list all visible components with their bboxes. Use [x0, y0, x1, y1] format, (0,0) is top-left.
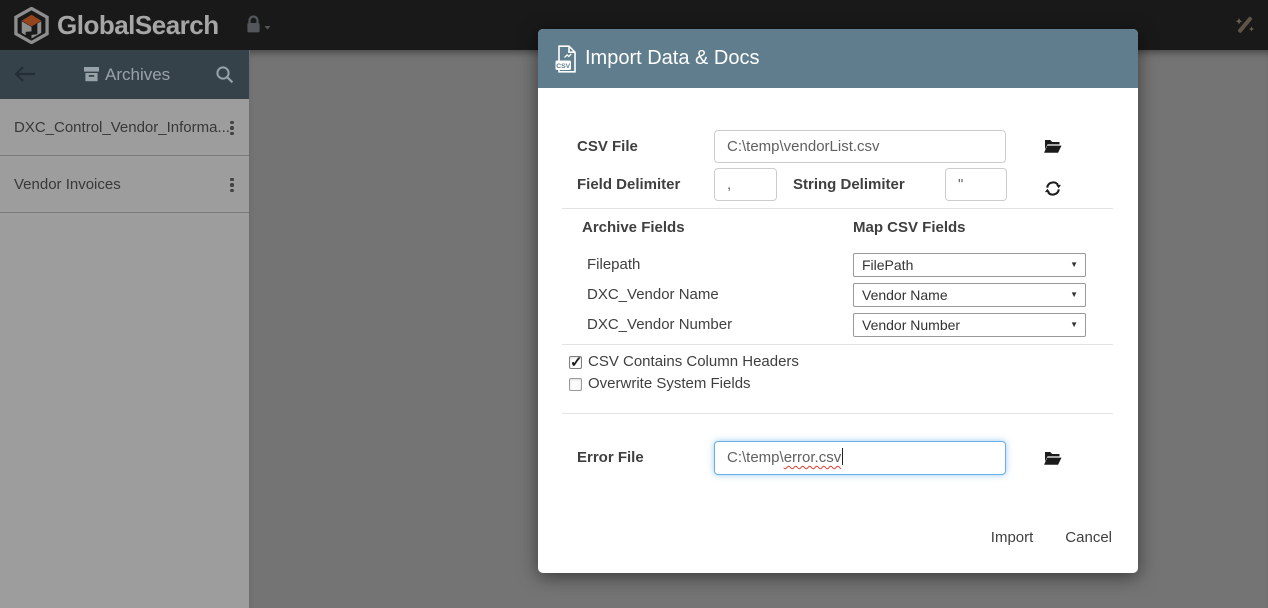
lock-menu[interactable]	[244, 14, 272, 36]
svg-text:CSV: CSV	[556, 63, 570, 70]
overwrite-system-fields-checkbox[interactable]	[569, 378, 582, 391]
string-delimiter-input[interactable]	[945, 168, 1007, 201]
dialog-header: CSV Import Data & Docs	[538, 29, 1138, 88]
dropdown-caret-icon: ▼	[1070, 291, 1078, 299]
selected-option: Vendor Number	[862, 314, 960, 336]
archive-field-name: DXC_Vendor Name	[587, 283, 719, 307]
error-file-label: Error File	[577, 441, 644, 475]
csv-contains-headers-checkbox[interactable]	[569, 356, 582, 369]
map-field-select-vendor-number[interactable]: Vendor Number ▼	[853, 313, 1086, 337]
divider	[562, 413, 1113, 414]
brand-title: GlobalSearch	[57, 0, 219, 50]
back-arrow-icon[interactable]	[13, 65, 37, 83]
caret-down-icon	[265, 26, 271, 30]
search-icon[interactable]	[215, 65, 234, 84]
csv-file-label: CSV File	[577, 130, 638, 163]
archive-field-name: DXC_Vendor Number	[587, 313, 732, 337]
magic-wand-icon	[1233, 13, 1257, 37]
dropdown-caret-icon: ▼	[1070, 321, 1078, 329]
error-file-path-prefix: C:\temp\	[727, 449, 784, 466]
folder-open-icon[interactable]	[1044, 139, 1062, 154]
map-field-select-vendor-name[interactable]: Vendor Name ▼	[853, 283, 1086, 307]
string-delimiter-label: String Delimiter	[793, 168, 905, 201]
archive-fields-header: Archive Fields	[582, 217, 685, 239]
import-data-docs-dialog: CSV Import Data & Docs CSV File Field De…	[538, 29, 1138, 573]
cancel-button[interactable]: Cancel	[1065, 529, 1112, 546]
sidebar-item-archive-1[interactable]: DXC_Control_Vendor_Informa...	[0, 99, 249, 156]
sidebar-item-archive-2[interactable]: Vendor Invoices	[0, 156, 249, 213]
dialog-title: Import Data & Docs	[585, 29, 760, 88]
text-cursor	[842, 448, 843, 465]
field-delimiter-label: Field Delimiter	[577, 168, 680, 201]
sidebar: Archives DXC_Control_Vendor_Informa... V…	[0, 50, 250, 608]
sidebar-header: Archives	[0, 50, 249, 99]
lock-icon	[244, 14, 272, 36]
refresh-icon[interactable]	[1045, 180, 1061, 197]
kebab-menu-icon[interactable]	[225, 117, 239, 139]
field-delimiter-input[interactable]	[714, 168, 777, 201]
kebab-menu-icon[interactable]	[225, 174, 239, 196]
csv-file-icon: CSV	[555, 45, 578, 73]
folder-open-icon[interactable]	[1044, 451, 1062, 466]
map-field-select-filepath[interactable]: FilePath ▼	[853, 253, 1086, 277]
selected-option: Vendor Name	[862, 284, 948, 306]
csv-file-input[interactable]	[714, 130, 1006, 163]
divider	[562, 344, 1113, 345]
divider	[562, 208, 1113, 209]
import-button[interactable]: Import	[991, 529, 1034, 546]
archive-box-icon	[84, 66, 99, 82]
globalsearch-logo-icon	[13, 7, 50, 44]
archives-title: Archives	[105, 50, 170, 99]
error-file-input[interactable]: C:\temp\error.csv	[714, 441, 1006, 475]
selected-option: FilePath	[862, 254, 913, 276]
dropdown-caret-icon: ▼	[1070, 261, 1078, 269]
map-csv-fields-header: Map CSV Fields	[853, 217, 966, 239]
archive-name: DXC_Control_Vendor_Informa...	[14, 99, 230, 156]
overwrite-system-fields-label: Overwrite System Fields	[588, 376, 751, 392]
dialog-actions: Import Cancel	[991, 529, 1112, 546]
magic-wand-button[interactable]	[1233, 13, 1257, 37]
csv-contains-headers-label: CSV Contains Column Headers	[588, 354, 799, 370]
archive-field-name: Filepath	[587, 253, 640, 277]
error-file-path-misspelled: error.csv	[784, 449, 842, 466]
archive-name: Vendor Invoices	[14, 156, 121, 213]
